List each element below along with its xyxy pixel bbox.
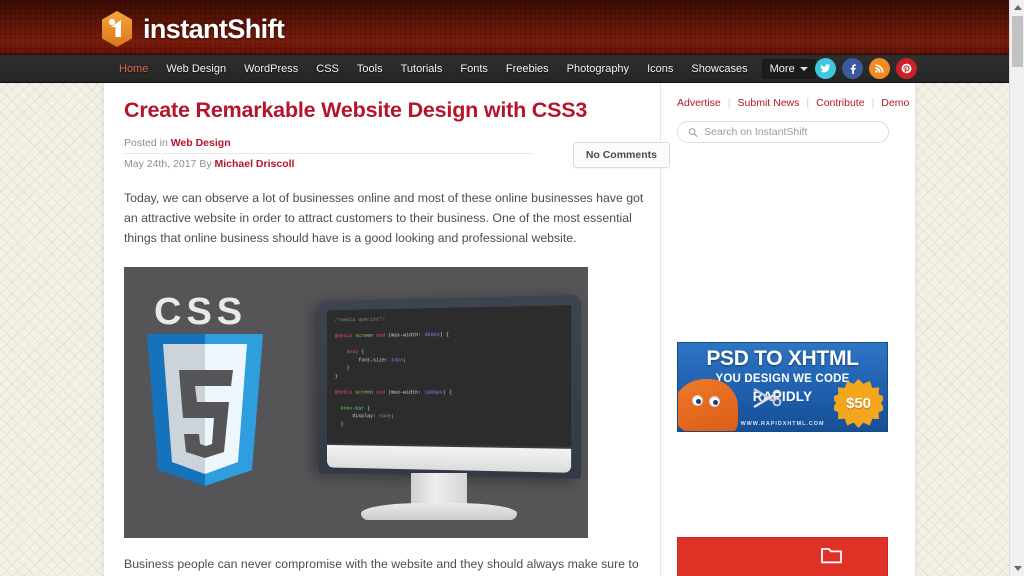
chevron-up-icon <box>1013 5 1022 10</box>
main-navigation: Home Web Design WordPress CSS Tools Tuto… <box>0 55 1009 83</box>
nav-item-freebies[interactable]: Freebies <box>497 55 558 83</box>
css-code-block: /*media queries*/ @media screen and (max… <box>334 315 453 427</box>
nav-item-web-design[interactable]: Web Design <box>157 55 235 83</box>
page-title: Create Remarkable Website Design with CS… <box>124 98 588 122</box>
monitor-screen: /*media queries*/ @media screen and (max… <box>327 304 572 447</box>
site-logo[interactable]: instantShift <box>100 10 285 48</box>
nav-item-home[interactable]: Home <box>110 55 157 83</box>
facebook-icon[interactable] <box>842 58 863 79</box>
site-header: instantShift <box>0 0 1009 55</box>
page-body: Create Remarkable Website Design with CS… <box>0 83 1009 576</box>
site-logo-text: instantShift <box>143 13 285 44</box>
meta-divider <box>124 152 534 154</box>
link-separator: | <box>806 97 810 109</box>
imac-monitor: /*media queries*/ @media screen and (max… <box>296 294 581 520</box>
article-paragraph-2: Business people can never compromise wit… <box>124 556 639 571</box>
scissors-icon <box>753 387 782 409</box>
mascot-icon <box>678 379 738 431</box>
psd-to-xhtml-ad[interactable]: PSD TO XHTML YOU DESIGN WE CODE RAPIDLY … <box>677 342 888 432</box>
article-paragraph-1: Today, we can observe a lot of businesse… <box>124 190 644 245</box>
twitter-icon[interactable] <box>815 58 836 79</box>
monitor-chin <box>327 444 572 473</box>
vertical-scrollbar[interactable] <box>1009 0 1024 576</box>
sidebar-link-advertise[interactable]: Advertise <box>677 97 721 109</box>
nav-item-css[interactable]: CSS <box>307 55 348 83</box>
posted-in-line: Posted in Web Design <box>124 137 648 149</box>
hexagon-i-logo-icon <box>102 11 132 47</box>
red-ad-banner[interactable] <box>677 537 888 576</box>
by-label: By <box>199 157 212 170</box>
sidebar: Advertise | Submit News | Contribute | D… <box>677 97 909 576</box>
page-viewport: instantShift Home Web Design WordPress C… <box>0 0 1009 576</box>
content-card: Create Remarkable Website Design with CS… <box>104 83 915 576</box>
nav-item-wordpress[interactable]: WordPress <box>235 55 307 83</box>
pinterest-icon[interactable] <box>896 58 917 79</box>
nav-item-showcases[interactable]: Showcases <box>682 55 756 83</box>
sidebar-utility-links: Advertise | Submit News | Contribute | D… <box>677 97 909 109</box>
search-box[interactable] <box>677 121 889 143</box>
search-input[interactable] <box>704 126 878 138</box>
nav-item-list: Home Web Design WordPress CSS Tools Tuto… <box>110 55 816 83</box>
post-date: May 24th, 2017 <box>124 157 197 170</box>
post-meta: Posted in Web Design May 24th, 2017 By M… <box>124 137 670 170</box>
nav-item-tutorials[interactable]: Tutorials <box>392 55 452 83</box>
rss-icon[interactable] <box>869 58 890 79</box>
scroll-thumb[interactable] <box>1012 16 1023 67</box>
posted-in-label: Posted in <box>124 136 168 149</box>
mascot-eye-left <box>692 395 703 406</box>
folder-icon <box>821 548 842 564</box>
scroll-up-button[interactable] <box>1010 0 1024 15</box>
nav-item-photography[interactable]: Photography <box>558 55 638 83</box>
nav-item-icons[interactable]: Icons <box>638 55 682 83</box>
css3-shield-icon <box>147 333 263 486</box>
ad-headline: PSD TO XHTML <box>706 347 859 370</box>
sidebar-link-contribute[interactable]: Contribute <box>816 97 864 109</box>
date-author-line: May 24th, 2017 By Michael Driscoll <box>124 158 648 170</box>
browser-page: instantShift Home Web Design WordPress C… <box>0 0 1024 576</box>
ad-price: $50 <box>845 395 872 412</box>
nav-item-fonts[interactable]: Fonts <box>451 55 497 83</box>
social-links <box>815 58 917 79</box>
sidebar-link-submit-news[interactable]: Submit News <box>738 97 800 109</box>
author-link[interactable]: Michael Driscoll <box>215 158 295 170</box>
link-separator: | <box>727 97 731 109</box>
nav-more-label: More <box>769 63 795 75</box>
search-icon <box>688 127 698 137</box>
nav-item-tools[interactable]: Tools <box>348 55 392 83</box>
chevron-down-icon <box>1013 566 1022 571</box>
article: Create Remarkable Website Design with CS… <box>124 97 670 576</box>
mascot-eye-right <box>709 396 720 407</box>
chevron-down-icon <box>799 67 808 71</box>
nav-more-dropdown[interactable]: More <box>761 59 816 79</box>
featured-image[interactable]: CSS /*media queries*/ @media screen and … <box>124 266 588 538</box>
category-link[interactable]: Web Design <box>171 137 231 149</box>
css-wordmark: CSS <box>154 290 248 333</box>
scroll-down-button[interactable] <box>1010 561 1024 576</box>
comments-button[interactable]: No Comments <box>572 141 670 168</box>
sidebar-link-demo[interactable]: Demo <box>881 97 909 109</box>
monitor-stand <box>360 502 517 520</box>
monitor-body: /*media queries*/ @media screen and (max… <box>318 294 581 479</box>
link-separator: | <box>871 97 875 109</box>
